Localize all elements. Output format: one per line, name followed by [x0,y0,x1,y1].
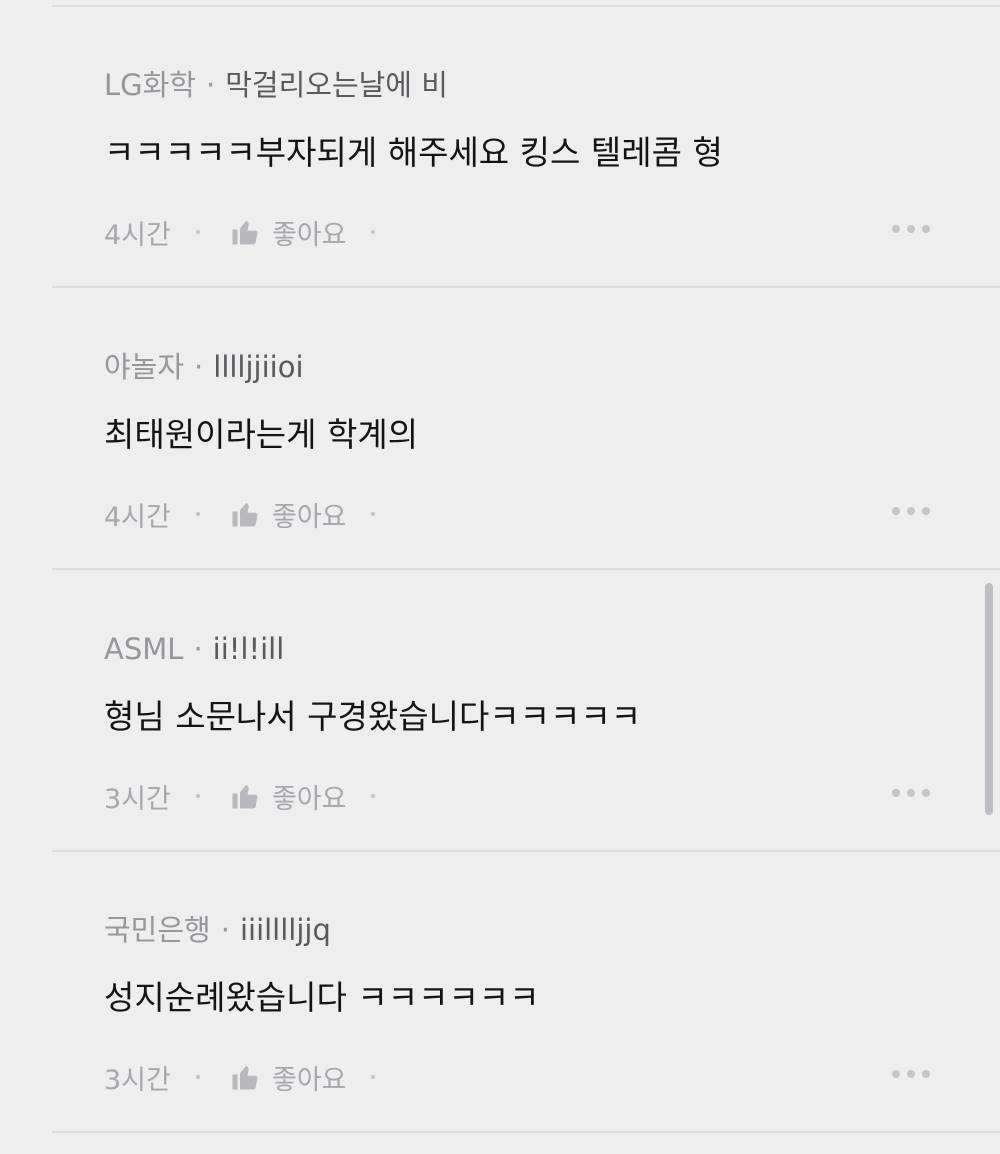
comment-text: 성지순례왔습니다 ㅋㅋㅋㅋㅋㅋ [104,978,540,1017]
dot-separator [196,230,200,234]
comment-text: 형님 소문나서 구경왔습니다ㅋㅋㅋㅋㅋ [104,697,642,736]
comment-author[interactable]: 국민은행 [104,913,211,947]
comment-meta: 야놀자 · lllljjiioi [104,347,304,387]
more-options-icon[interactable] [892,1070,930,1078]
like-button[interactable]: 좋아요 [230,213,371,252]
comment-actions: 3시간 좋아요 [104,774,405,818]
dot-separator [196,1075,200,1079]
like-label: 좋아요 [272,1064,347,1096]
scrollbar-thumb[interactable] [985,583,993,815]
comment-meta: LG화학 · 막걸리오는날에 비 [104,65,448,105]
like-label: 좋아요 [272,219,347,251]
comment-item: 국민은행 · iiilllljjq 성지순례왔습니다 ㅋㅋㅋㅋㅋㅋ 3시간 좋아요 [0,852,1000,1134]
comment-actions: 3시간 좋아요 [104,1055,405,1099]
meta-separator: · [194,350,204,384]
comment-item: ASML · ii!l!ill 형님 소문나서 구경왔습니다ㅋㅋㅋㅋㅋ 3시간 좋아… [0,571,1000,853]
dot-separator [370,230,375,234]
like-label: 좋아요 [272,501,347,533]
like-button[interactable]: 좋아요 [230,777,371,816]
comment-nickname[interactable]: lllljjiioi [213,350,303,384]
more-options-icon[interactable] [892,789,930,797]
meta-separator: · [220,913,230,947]
comment-actions: 4시간 좋아요 [104,492,405,536]
comment-nickname[interactable]: ii!l!ill [213,632,285,666]
comment-actions: 4시간 좋아요 [104,210,405,254]
dot-separator [370,512,375,516]
dot-separator [370,1075,375,1079]
comment-meta: ASML · ii!l!ill [104,629,284,669]
comment-text: 최태원이라는게 학계의 [104,415,419,454]
thumbs-up-icon [232,220,258,245]
like-button[interactable]: 좋아요 [230,495,371,534]
like-label: 좋아요 [272,783,347,815]
dot-separator [370,794,375,798]
thumbs-up-icon [232,1065,258,1090]
comment-text: ㅋㅋㅋㅋㅋ부자되게 해주세요 킹스 텔레콤 형 [104,133,723,172]
dot-separator [196,512,200,516]
comment-time: 3시간 [104,1064,171,1096]
comment-author[interactable]: ASML [104,632,183,666]
comment-time: 4시간 [104,501,171,533]
like-button[interactable]: 좋아요 [230,1058,371,1097]
comment-item: LG화학 · 막걸리오는날에 비 ㅋㅋㅋㅋㅋ부자되게 해주세요 킹스 텔레콤 형 4… [0,7,1000,289]
more-options-icon[interactable] [892,507,930,515]
divider [52,568,1000,570]
comment-nickname[interactable]: iiilllljjq [240,913,331,947]
comment-author[interactable]: LG화학 [104,68,196,102]
thumbs-up-icon [232,784,258,809]
more-options-icon[interactable] [892,225,930,233]
divider [52,286,1000,288]
meta-separator: · [193,632,203,666]
meta-separator: · [206,68,216,102]
divider [52,1131,1000,1133]
comment-feed: LG화학 · 막걸리오는날에 비 ㅋㅋㅋㅋㅋ부자되게 해주세요 킹스 텔레콤 형 4… [0,0,1000,1154]
comment-time: 4시간 [104,219,171,251]
thumbs-up-icon [232,502,258,527]
comment-meta: 국민은행 · iiilllljjq [104,910,331,950]
dot-separator [196,794,200,798]
comment-nickname[interactable]: 막걸리오는날에 비 [225,68,448,102]
comment-time: 3시간 [104,783,171,815]
comment-item: 야놀자 · lllljjiioi 최태원이라는게 학계의 4시간 좋아요 [0,289,1000,571]
comment-author[interactable]: 야놀자 [104,350,184,384]
